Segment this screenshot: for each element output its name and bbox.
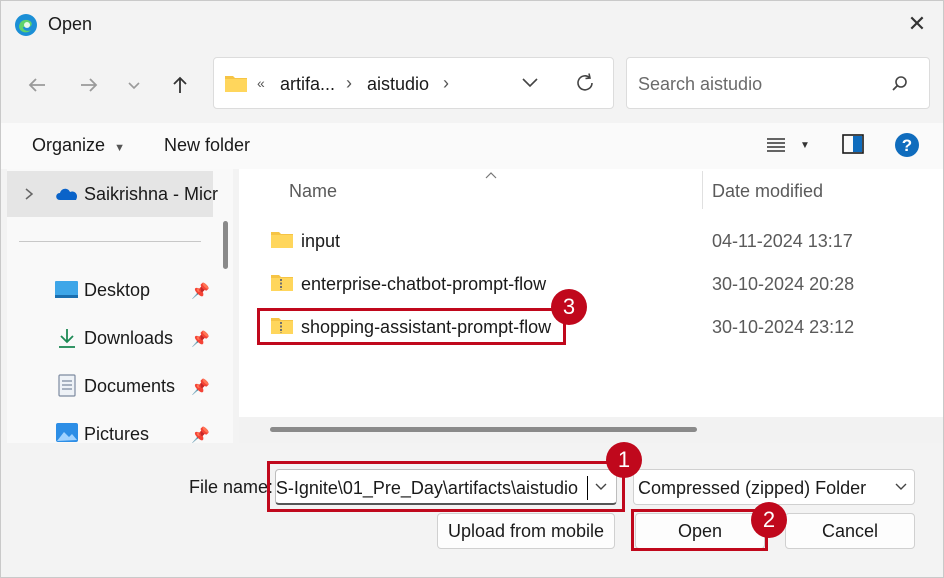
upload-from-mobile-button[interactable]: Upload from mobile bbox=[437, 513, 615, 549]
close-button[interactable]: ✕ bbox=[899, 7, 935, 41]
dropdown-arrow-icon: ▼ bbox=[114, 142, 125, 154]
callout-highlight-file-name bbox=[267, 461, 625, 512]
file-type-dropdown[interactable]: Compressed (zipped) Folder bbox=[633, 469, 915, 505]
sidebar-item-downloads[interactable]: Downloads bbox=[84, 328, 173, 349]
back-button[interactable] bbox=[21, 69, 53, 101]
recent-locations-button[interactable] bbox=[118, 69, 150, 101]
sidebar-item-documents[interactable]: Documents bbox=[84, 376, 175, 397]
sidebar-divider bbox=[19, 241, 201, 242]
column-divider[interactable] bbox=[702, 171, 703, 209]
file-date: 30-10-2024 20:28 bbox=[712, 274, 855, 294]
horizontal-scrollbar[interactable] bbox=[270, 427, 697, 432]
refresh-icon[interactable] bbox=[574, 72, 596, 94]
breadcrumb-overflow[interactable]: « bbox=[257, 75, 265, 91]
view-options-arrow-icon[interactable]: ▼ bbox=[800, 140, 810, 151]
cancel-button[interactable]: Cancel bbox=[785, 513, 915, 549]
breadcrumb-artifacts[interactable]: artifa... bbox=[280, 74, 335, 95]
callout-badge-3: 3 bbox=[551, 289, 587, 325]
close-icon: ✕ bbox=[907, 11, 927, 36]
breadcrumb-aistudio[interactable]: aistudio bbox=[367, 74, 429, 95]
search-box[interactable]: Search aistudio bbox=[626, 57, 930, 109]
file-date: 04-11-2024 13:17 bbox=[712, 231, 853, 251]
chevron-right-icon[interactable] bbox=[23, 187, 35, 201]
edge-browser-icon bbox=[15, 14, 37, 36]
column-header-date-modified[interactable]: Date modified bbox=[712, 181, 823, 202]
sidebar-scrollbar[interactable] bbox=[223, 221, 228, 269]
breadcrumb-separator: › bbox=[443, 73, 449, 93]
pin-icon: 📌 bbox=[191, 379, 210, 396]
pictures-icon bbox=[56, 423, 78, 442]
desktop-icon bbox=[55, 281, 78, 298]
chevron-down-icon bbox=[895, 483, 907, 490]
up-button[interactable] bbox=[164, 69, 196, 101]
view-list-icon[interactable] bbox=[766, 137, 786, 153]
search-input[interactable]: Search aistudio bbox=[638, 74, 762, 95]
arrow-left-icon bbox=[28, 78, 45, 92]
sort-ascending-icon bbox=[485, 172, 497, 179]
zip-folder-icon bbox=[271, 275, 293, 291]
folder-icon bbox=[271, 232, 293, 248]
file-date: 30-10-2024 23:12 bbox=[712, 317, 855, 337]
new-folder-button[interactable]: New folder bbox=[164, 135, 250, 156]
folder-icon bbox=[225, 76, 247, 92]
file-name[interactable]: enterprise-chatbot-prompt-flow bbox=[301, 274, 546, 295]
forward-button[interactable] bbox=[73, 69, 105, 101]
callout-badge-1: 1 bbox=[606, 442, 642, 478]
sidebar-item-desktop[interactable]: Desktop bbox=[84, 280, 150, 301]
callout-badge-2: 2 bbox=[751, 502, 787, 538]
pin-icon: 📌 bbox=[191, 283, 210, 300]
sidebar-item-label: Saikrishna - Micr bbox=[84, 184, 219, 204]
callout-highlight-open bbox=[631, 509, 768, 551]
file-list bbox=[239, 169, 943, 443]
onedrive-cloud-icon bbox=[56, 188, 78, 200]
sidebar-item-pictures[interactable]: Pictures bbox=[84, 424, 149, 445]
file-type-selected: Compressed (zipped) Folder bbox=[638, 478, 867, 498]
organize-menu[interactable]: Organize ▼ bbox=[32, 135, 125, 156]
title-bar bbox=[1, 1, 943, 47]
open-file-dialog: Open ✕ « artifa... › aistudio › Search a… bbox=[0, 0, 944, 578]
callout-highlight-shopping-folder bbox=[257, 308, 566, 345]
search-icon bbox=[892, 76, 907, 91]
file-name[interactable]: input bbox=[301, 231, 340, 252]
breadcrumb-separator: › bbox=[346, 73, 352, 93]
pin-icon: 📌 bbox=[191, 331, 210, 348]
column-header-name[interactable]: Name bbox=[289, 181, 337, 202]
preview-pane-icon[interactable] bbox=[842, 134, 864, 154]
download-icon bbox=[59, 329, 75, 348]
arrow-right-icon bbox=[81, 78, 98, 92]
chevron-down-icon[interactable] bbox=[521, 76, 539, 90]
document-icon bbox=[58, 374, 76, 397]
file-name-label: File name: bbox=[189, 477, 274, 497]
window-title: Open bbox=[48, 14, 93, 34]
arrow-up-icon bbox=[173, 76, 187, 93]
help-icon[interactable]: ? bbox=[894, 132, 920, 158]
chevron-down-icon bbox=[128, 82, 140, 90]
pin-icon: 📌 bbox=[191, 427, 210, 444]
svg-text:?: ? bbox=[902, 136, 912, 155]
